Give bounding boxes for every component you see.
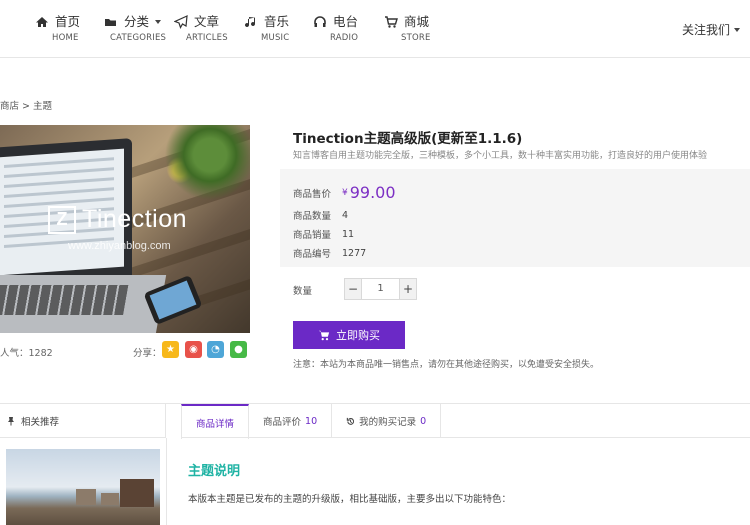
product-subtitle: 知言博客自用主题功能完全版，三种模板，多个小工具，数十种丰富实用功能，打造良好的…	[293, 151, 708, 161]
sales-value: 11	[342, 228, 355, 240]
tab-label: 商品评价	[263, 417, 302, 428]
price-label: 商品售价	[293, 188, 332, 200]
tab-product-details[interactable]: 商品详情	[181, 404, 250, 439]
section-body: 本版本主题是已发布的主题的升级版，相比基础版，主要多出以下功能特色：	[188, 494, 512, 505]
tab-count: 0	[420, 415, 427, 427]
nav-sub-categories: CATEGORIES	[110, 33, 167, 43]
related-header-label: 相关推荐	[21, 416, 60, 428]
tab-count: 10	[305, 415, 318, 427]
breadcrumb: 商店 > 主题	[0, 101, 52, 112]
watermark-text: www.zhiyanblog.com	[68, 240, 171, 252]
nav-item-articles[interactable]: 文章 ARTICLES	[174, 14, 228, 43]
stock-value: 4	[342, 209, 349, 221]
nav-item-music[interactable]: 音乐 MUSIC	[244, 14, 289, 43]
stock-row: 商品数量 4	[293, 208, 349, 223]
tabs-underline	[181, 437, 750, 438]
code-value: 1277	[342, 247, 367, 259]
history-icon	[346, 417, 355, 426]
cart-icon	[318, 329, 330, 341]
stock-label: 商品数量	[293, 211, 332, 222]
qzone-icon[interactable]: ★	[162, 341, 179, 358]
increment-button[interactable]: +	[400, 279, 416, 299]
tab-purchase-history[interactable]: 我的购买记录 0	[332, 404, 442, 438]
cart-icon	[384, 15, 398, 29]
nav-item-store[interactable]: 商城 STORE	[384, 14, 431, 43]
nav-label-radio: 电台	[333, 14, 359, 29]
chevron-down-icon	[155, 20, 162, 24]
music-note-icon	[244, 15, 258, 29]
follow-us-label: 关注我们	[681, 23, 730, 37]
product-title: Tinection主题高级版(更新至1.1.6)	[293, 131, 523, 147]
section-title: 主题说明	[188, 464, 241, 479]
follow-us-menu[interactable]: 关注我们	[682, 21, 740, 38]
folder-icon	[104, 15, 118, 29]
nav-label-music: 音乐	[264, 14, 290, 29]
nav-item-categories[interactable]: 分类 CATEGORIES	[104, 14, 166, 43]
tinection-logo: Z Tinection	[48, 205, 187, 234]
quantity-label: 数量	[293, 286, 313, 297]
nav-label-articles: 文章	[194, 14, 220, 29]
nav-label-home: 首页	[55, 14, 81, 29]
logo-mark: Z	[48, 205, 76, 234]
nav-sub-music: MUSIC	[261, 33, 290, 43]
quantity-input[interactable]: 1	[361, 279, 400, 299]
tab-label: 商品详情	[196, 418, 235, 430]
thumbtack-icon	[6, 416, 16, 426]
detail-tabs: 商品详情 商品评价 10 我的购买记录 0	[181, 404, 442, 439]
nav-item-radio[interactable]: 电台 RADIO	[313, 14, 358, 43]
buy-now-label: 立即购买	[336, 329, 380, 342]
product-image: Z Tinection www.zhiyanblog.com	[0, 125, 250, 333]
related-item-thumbnail[interactable]	[6, 449, 160, 525]
nav-sub-articles: ARTICLES	[186, 33, 228, 43]
home-icon	[35, 15, 49, 29]
sales-label: 商品销量	[293, 230, 332, 241]
related-header: 相关推荐	[0, 404, 166, 438]
quantity-stepper: − 1 +	[344, 278, 417, 300]
nav-sub-store: STORE	[401, 33, 431, 43]
decrement-button[interactable]: −	[345, 279, 361, 299]
tencent-weibo-icon[interactable]: ◔	[207, 341, 224, 358]
product-info-box: 商品售价 ¥ 99.00 商品数量 4 商品销量 11 商品编号 1277	[280, 169, 750, 267]
chevron-down-icon	[734, 27, 740, 32]
code-row: 商品编号 1277	[293, 246, 367, 261]
tab-product-reviews[interactable]: 商品评价 10	[249, 404, 333, 438]
nav-label-store: 商城	[404, 14, 430, 29]
share-label: 分享：	[133, 348, 162, 359]
tab-label: 我的购买记录	[359, 417, 417, 428]
nav-label-categories: 分类	[124, 14, 150, 29]
nav-sub-home: HOME	[52, 33, 79, 43]
top-nav: 首页 HOME 分类 CATEGORIES 文章 ARTICLES 音乐 MUS…	[0, 0, 750, 58]
logo-text: Tinection	[82, 205, 188, 233]
price-row: 商品售价 ¥ 99.00	[293, 183, 396, 202]
nav-sub-radio: RADIO	[330, 33, 359, 43]
related-list	[0, 438, 167, 525]
headphones-icon	[313, 15, 327, 29]
paper-plane-icon	[174, 15, 188, 29]
code-label: 商品编号	[293, 249, 332, 260]
buy-now-button[interactable]: 立即购买	[293, 321, 405, 349]
purchase-notice: 注意：本站为本商品唯一销售点，请勿在其他途径购买，以免遭受安全损失。	[293, 360, 600, 370]
sales-row: 商品销量 11	[293, 227, 355, 242]
weibo-icon[interactable]: ◉	[185, 341, 202, 358]
nav-item-home[interactable]: 首页 HOME	[35, 14, 80, 43]
popularity-count: 人气：1282	[0, 348, 53, 359]
wechat-icon[interactable]: ●	[230, 341, 247, 358]
price-value: 99.00	[349, 183, 396, 202]
currency-symbol: ¥	[342, 187, 348, 198]
image-meta-row: 人气：1282 分享： ★ ◉ ◔ ●	[0, 340, 250, 360]
